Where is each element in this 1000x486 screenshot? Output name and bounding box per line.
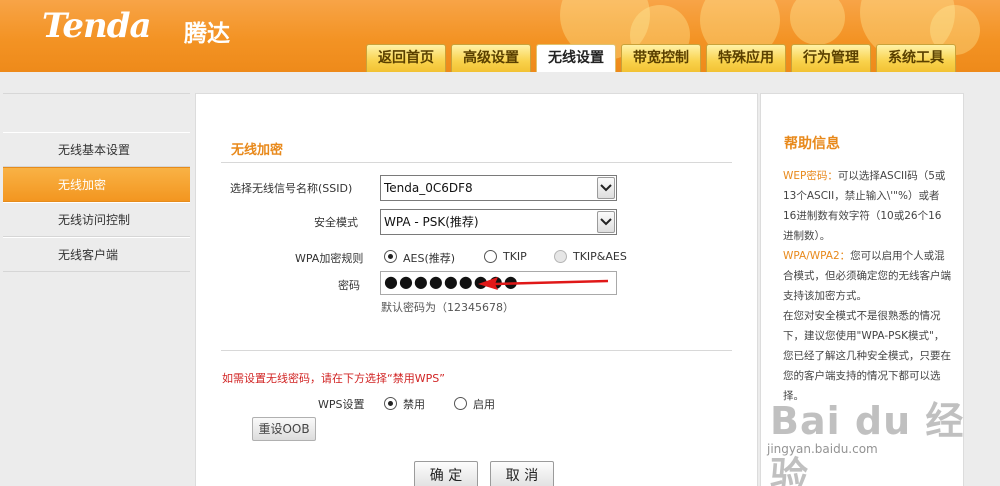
cipher-aes-radio[interactable] <box>384 250 397 263</box>
sidebar-item-wireless-basic[interactable]: 无线基本设置 <box>3 132 190 167</box>
sidebar-item-clients[interactable]: 无线客户端 <box>3 237 190 272</box>
help-wep-paragraph: WEP密码：可以选择ASCII码（5或13个ASCII，禁止输入\'"%）或者1… <box>783 166 951 246</box>
chevron-down-icon[interactable] <box>597 211 615 233</box>
title-divider <box>221 162 732 163</box>
ssid-select[interactable]: Tenda_0C6DF8 <box>380 175 617 201</box>
section-title: 无线加密 <box>231 143 284 158</box>
wps-label: WPS设置 <box>318 398 365 411</box>
main-panel: 无线加密 选择无线信号名称(SSID) Tenda_0C6DF8 安全模式 WP… <box>195 93 758 486</box>
cipher-label: WPA加密规则 <box>295 252 364 265</box>
sidebar-item-access-control[interactable]: 无线访问控制 <box>3 202 190 237</box>
cancel-button[interactable]: 取 消 <box>490 461 554 486</box>
security-mode-select[interactable]: WPA - PSK(推荐) <box>380 209 617 235</box>
header-bar: Tenda 腾达 返回首页 高级设置 无线设置 带宽控制 特殊应用 行为管理 系… <box>0 0 1000 72</box>
wps-divider <box>221 350 732 351</box>
ok-button[interactable]: 确 定 <box>414 461 478 486</box>
tenda-logo: Tenda <box>42 6 152 46</box>
sidebar: 无线基本设置 无线加密 无线访问控制 无线客户端 <box>3 93 190 486</box>
cipher-tkip-aes-radio[interactable] <box>554 250 567 263</box>
wps-disable-label: 禁用 <box>403 398 425 411</box>
cipher-tkip-aes-label: TKIP&AES <box>573 250 627 263</box>
wps-enable-radio[interactable] <box>454 397 467 410</box>
chevron-down-icon[interactable] <box>597 177 615 199</box>
security-mode-value: WPA - PSK(推荐) <box>384 215 479 229</box>
password-hint: 默认密码为（12345678） <box>381 301 514 314</box>
tab-special-apps[interactable]: 特殊应用 <box>706 44 786 72</box>
cipher-tkip-radio[interactable] <box>484 250 497 263</box>
security-mode-label: 安全模式 <box>314 216 358 229</box>
cipher-aes-label: AES(推荐) <box>403 252 456 265</box>
ssid-label: 选择无线信号名称(SSID) <box>230 182 353 195</box>
help-wep-key: WEP密码： <box>783 170 838 182</box>
tab-system-tools[interactable]: 系统工具 <box>876 44 956 72</box>
tab-home[interactable]: 返回首页 <box>366 44 446 72</box>
reset-oob-button[interactable]: 重设OOB <box>252 417 316 441</box>
cipher-tkip-label: TKIP <box>503 250 527 263</box>
help-wpa-paragraph: WPA/WPA2：您可以启用个人或混合模式，但必须确定您的无线客户端支持该加密方… <box>783 246 951 306</box>
wps-disable-radio[interactable] <box>384 397 397 410</box>
tab-bandwidth[interactable]: 带宽控制 <box>621 44 701 72</box>
ssid-select-value: Tenda_0C6DF8 <box>384 181 473 195</box>
tab-wireless[interactable]: 无线设置 <box>536 44 616 72</box>
password-label: 密码 <box>338 279 360 292</box>
tab-behavior[interactable]: 行为管理 <box>791 44 871 72</box>
watermark-main: Bai du 经验 <box>770 399 965 486</box>
main-nav: 返回首页 高级设置 无线设置 带宽控制 特殊应用 行为管理 系统工具 <box>366 44 961 72</box>
sidebar-item-wireless-security[interactable]: 无线加密 <box>3 167 190 202</box>
wps-enable-label: 启用 <box>473 398 495 411</box>
help-wpa-key: WPA/WPA2： <box>783 250 851 262</box>
wps-warning-text: 如需设置无线密码，请在下方选择“禁用WPS” <box>222 372 445 385</box>
baidu-watermark: Bai du 经验 jingyan.baidu.com <box>767 390 970 486</box>
tab-advanced[interactable]: 高级设置 <box>451 44 531 72</box>
tenda-logo-cn: 腾达 <box>184 21 230 47</box>
red-arrow-annotation <box>478 277 609 290</box>
help-title: 帮助信息 <box>784 136 840 152</box>
help-body: WEP密码：可以选择ASCII码（5或13个ASCII，禁止输入\'"%）或者1… <box>783 166 951 406</box>
watermark-url: jingyan.baidu.com <box>767 442 878 456</box>
